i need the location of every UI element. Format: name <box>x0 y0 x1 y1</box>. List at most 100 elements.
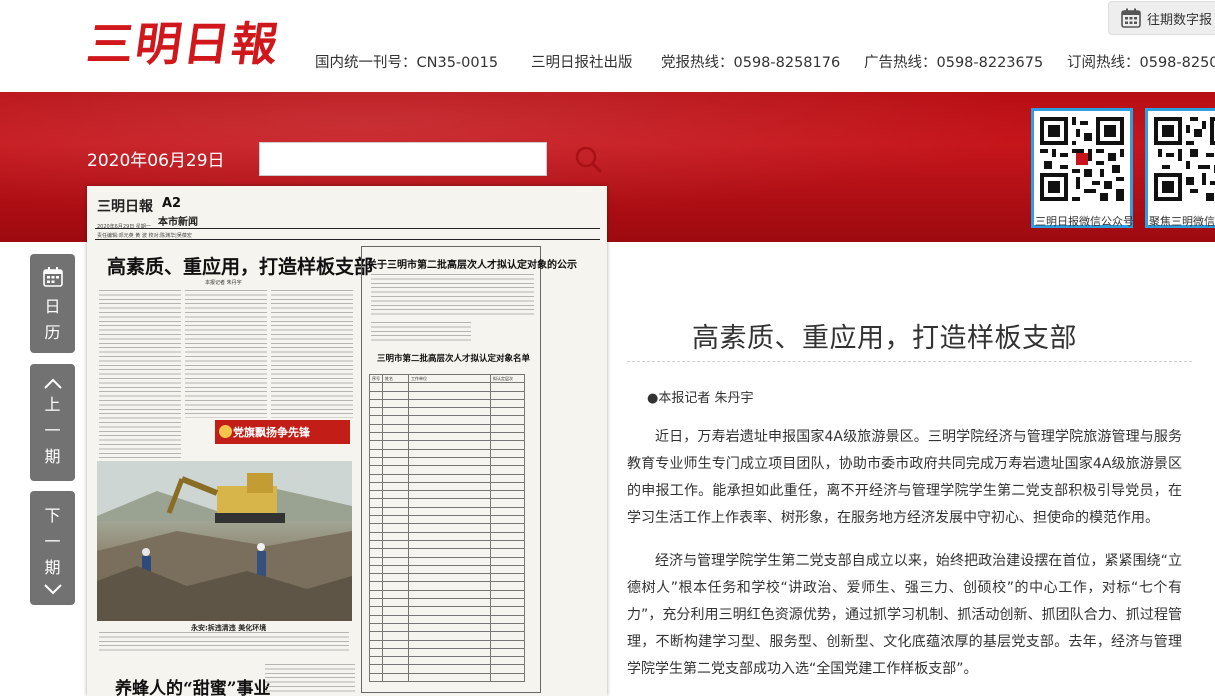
table-cell <box>382 448 409 458</box>
date-search-input[interactable] <box>259 142 547 176</box>
table-cell <box>382 664 409 674</box>
table-cell <box>382 515 409 525</box>
table-cell <box>408 639 491 649</box>
table-cell <box>382 440 409 450</box>
table-cell <box>490 407 525 417</box>
table-cell <box>369 390 383 400</box>
table-cell <box>408 622 491 633</box>
newspaper-logo: 三明日報 <box>97 199 153 215</box>
qr-code-icon <box>1040 117 1124 201</box>
calendar-button[interactable]: 日 历 <box>30 254 75 353</box>
table-cell <box>490 515 525 525</box>
table-cell <box>408 672 491 683</box>
table-row <box>369 456 525 467</box>
table-cell <box>382 672 409 683</box>
table-cell <box>382 589 409 600</box>
table-row <box>369 515 525 525</box>
table-header-cell: 工作单位 <box>408 373 491 384</box>
table-cell <box>408 490 491 500</box>
table-cell <box>490 481 525 492</box>
table-row <box>369 490 525 500</box>
table-cell <box>408 473 491 483</box>
table-cell <box>382 606 409 616</box>
table-cell <box>490 465 525 475</box>
issue-date: 2020年06月29日 <box>87 151 225 171</box>
article-byline: ●本报记者 朱丹宇 <box>647 391 754 406</box>
table-cell <box>369 498 383 508</box>
table-cell <box>382 423 409 434</box>
table-header-cell: 序号 <box>369 373 383 384</box>
table-cell <box>369 556 383 566</box>
table-row <box>369 415 525 425</box>
newspaper-headline[interactable]: 高素质、重应用，打造样板支部 <box>107 252 373 279</box>
table-row <box>369 506 525 517</box>
table-cell <box>382 647 409 658</box>
text-column <box>99 632 349 654</box>
newspaper-byline: 本报记者 朱丹宇 <box>205 280 242 286</box>
prev-label-3: 期 <box>44 447 61 466</box>
newspaper-headline-2[interactable]: 养蜂人的“甜蜜”事业 <box>115 674 271 696</box>
table-row <box>369 498 525 508</box>
table-cell <box>408 647 491 658</box>
table-cell <box>408 456 491 467</box>
qr-code-wechat <box>1031 108 1133 228</box>
table-cell <box>369 398 383 409</box>
table-cell <box>369 515 383 525</box>
table-row <box>369 589 525 600</box>
news-photo[interactable] <box>97 461 352 621</box>
newspaper-page[interactable]: 三明日報 A2 本市新闻 2020年6月29日 星期一 责任编辑:邓元英 黄 波… <box>87 186 607 696</box>
table-cell <box>382 564 409 575</box>
table-cell <box>382 490 409 500</box>
issn-text: 国内统一刊号：CN35-0015 <box>315 55 499 71</box>
calendar-label-2: 历 <box>44 323 61 342</box>
table-cell <box>408 539 491 550</box>
table-cell <box>408 398 491 409</box>
table-cell <box>408 432 491 442</box>
table-cell <box>382 581 409 591</box>
next-label-3: 期 <box>44 558 61 577</box>
party-banner: 党旗飘扬争先锋 <box>215 420 350 444</box>
prev-issue-button[interactable]: 上 一 期 <box>30 364 75 481</box>
table-row <box>369 606 525 616</box>
table-row <box>369 382 525 392</box>
table-cell <box>490 390 525 400</box>
table-cell <box>490 664 525 674</box>
table-cell <box>369 631 383 641</box>
talent-table: 序号 姓名 工作单位 拟认定层次 <box>369 373 525 683</box>
table-cell <box>382 622 409 633</box>
text-column <box>371 322 471 344</box>
notice-title[interactable]: 关于三明市第二批高层次人才拟认定对象的公示 <box>367 256 577 271</box>
table-cell <box>382 573 409 583</box>
table-cell <box>382 498 409 508</box>
table-cell <box>490 448 525 458</box>
table-row <box>369 473 525 483</box>
table-cell <box>408 440 491 450</box>
table-cell <box>490 564 525 575</box>
search-icon[interactable] <box>573 144 605 176</box>
text-column <box>185 290 267 418</box>
subscribe-hotline: 订阅热线：0598-8250 <box>1067 55 1215 71</box>
table-row <box>369 523 525 533</box>
party-emblem-icon <box>219 425 232 438</box>
table-row <box>369 639 525 649</box>
table-cell <box>369 448 383 458</box>
publisher-text: 三明日报社出版 <box>531 55 633 71</box>
chevron-down-icon <box>43 584 62 595</box>
table-cell <box>490 473 525 483</box>
table-cell <box>408 664 491 674</box>
table-cell <box>408 656 491 666</box>
table-cell <box>382 456 409 467</box>
excavator-photo-icon <box>97 461 352 621</box>
table-cell <box>408 523 491 533</box>
table-row <box>369 548 525 558</box>
table-row <box>369 448 525 458</box>
table-cell <box>369 415 383 425</box>
site-logo[interactable]: 三明日報 <box>83 8 284 74</box>
archive-button[interactable]: 往期数字报 <box>1108 1 1215 35</box>
table-cell <box>369 456 383 467</box>
next-issue-button[interactable]: 下 一 期 <box>30 491 75 605</box>
table-cell <box>382 597 409 608</box>
table-cell <box>490 398 525 409</box>
table-row <box>369 423 525 434</box>
table-cell <box>490 631 525 641</box>
